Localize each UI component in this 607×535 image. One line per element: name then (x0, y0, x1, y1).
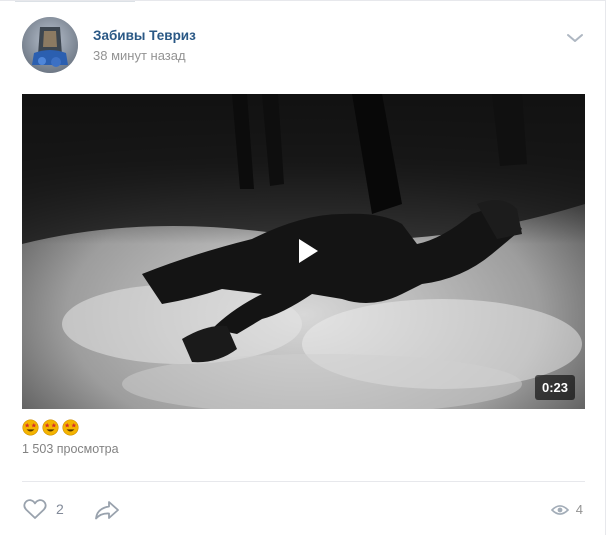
share-button[interactable] (93, 499, 121, 521)
chevron-down-icon[interactable] (564, 29, 586, 47)
like-count: 2 (56, 501, 64, 517)
views-counter: 4 (550, 502, 583, 517)
actions-divider (22, 481, 585, 482)
share-arrow-icon (95, 501, 119, 520)
play-icon[interactable] (292, 236, 322, 266)
reaction-emojis (22, 419, 79, 437)
video-player[interactable]: 0:23 (22, 94, 585, 409)
top-divider (15, 1, 135, 2)
post-time[interactable]: 38 минут назад (93, 48, 186, 63)
views-text: 1 503 просмотра (22, 442, 119, 456)
like-button[interactable]: 2 (22, 497, 64, 521)
eye-icon (550, 504, 569, 515)
author-avatar[interactable] (22, 17, 78, 73)
views-count: 4 (575, 502, 583, 517)
heart-icon (23, 499, 47, 519)
star-struck-emoji (42, 419, 59, 436)
author-name[interactable]: Забивы Тевриз (93, 28, 196, 43)
star-struck-emoji (22, 419, 39, 436)
star-struck-emoji (62, 419, 79, 436)
post-card: Забивы Тевриз 38 минут назад 0:23 1 503 … (0, 0, 606, 535)
video-duration: 0:23 (534, 375, 575, 400)
